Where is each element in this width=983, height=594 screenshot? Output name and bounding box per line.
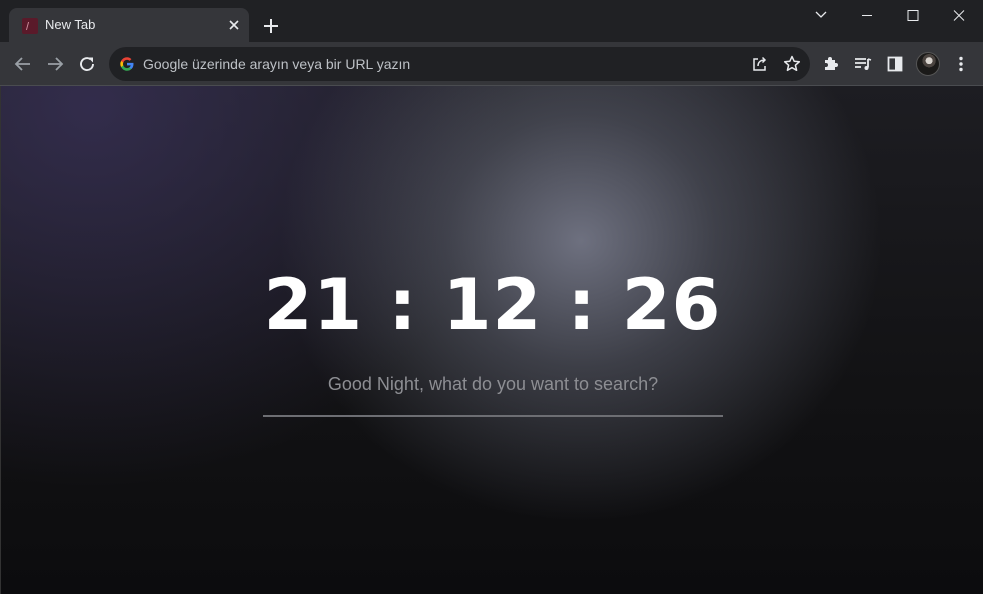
puzzle-icon (818, 51, 844, 77)
search-prompt[interactable]: Good Night, what do you want to search? (263, 374, 723, 395)
browser-menu-button[interactable] (948, 51, 974, 77)
extensions-button[interactable] (818, 51, 844, 77)
maximize-button[interactable] (890, 0, 936, 32)
arrow-left-icon (10, 51, 36, 77)
tab-new-tab[interactable]: New Tab (9, 8, 249, 42)
star-icon[interactable] (781, 53, 803, 75)
side-panel-icon (882, 51, 908, 77)
side-panel-button[interactable] (882, 51, 908, 77)
search-underline[interactable] (263, 415, 723, 417)
media-control-icon (850, 51, 876, 77)
media-control-button[interactable] (850, 51, 876, 77)
chevron-down-icon (798, 0, 844, 32)
new-tab-page: 21 : 12 : 26 Good Night, what do you wan… (0, 86, 983, 594)
tab-title: New Tab (45, 17, 96, 32)
arrow-right-icon (42, 51, 68, 77)
address-bar-placeholder: Google üzerinde arayın veya bir URL yazı… (143, 56, 411, 72)
new-tab-button[interactable] (259, 14, 283, 38)
maximize-icon (890, 0, 936, 32)
reload-button[interactable] (74, 51, 100, 77)
close-icon[interactable] (226, 17, 242, 33)
title-bar: New Tab (0, 0, 983, 42)
share-icon[interactable] (749, 53, 771, 75)
kebab-menu-icon (948, 51, 974, 77)
close-icon (936, 0, 982, 32)
minimize-icon (844, 0, 890, 32)
google-icon (119, 56, 135, 72)
window-close-button[interactable] (936, 0, 982, 32)
back-button[interactable] (10, 51, 36, 77)
plus-icon (259, 14, 283, 38)
minimize-button[interactable] (844, 0, 890, 32)
tab-favicon-icon (22, 18, 38, 34)
clock-display: 21 : 12 : 26 (263, 264, 722, 346)
reload-icon (74, 51, 100, 77)
avatar[interactable] (916, 52, 940, 76)
address-bar[interactable]: Google üzerinde arayın veya bir URL yazı… (109, 47, 810, 81)
forward-button[interactable] (42, 51, 68, 77)
browser-toolbar: Google üzerinde arayın veya bir URL yazı… (0, 42, 983, 86)
tab-search-button[interactable] (798, 0, 844, 32)
